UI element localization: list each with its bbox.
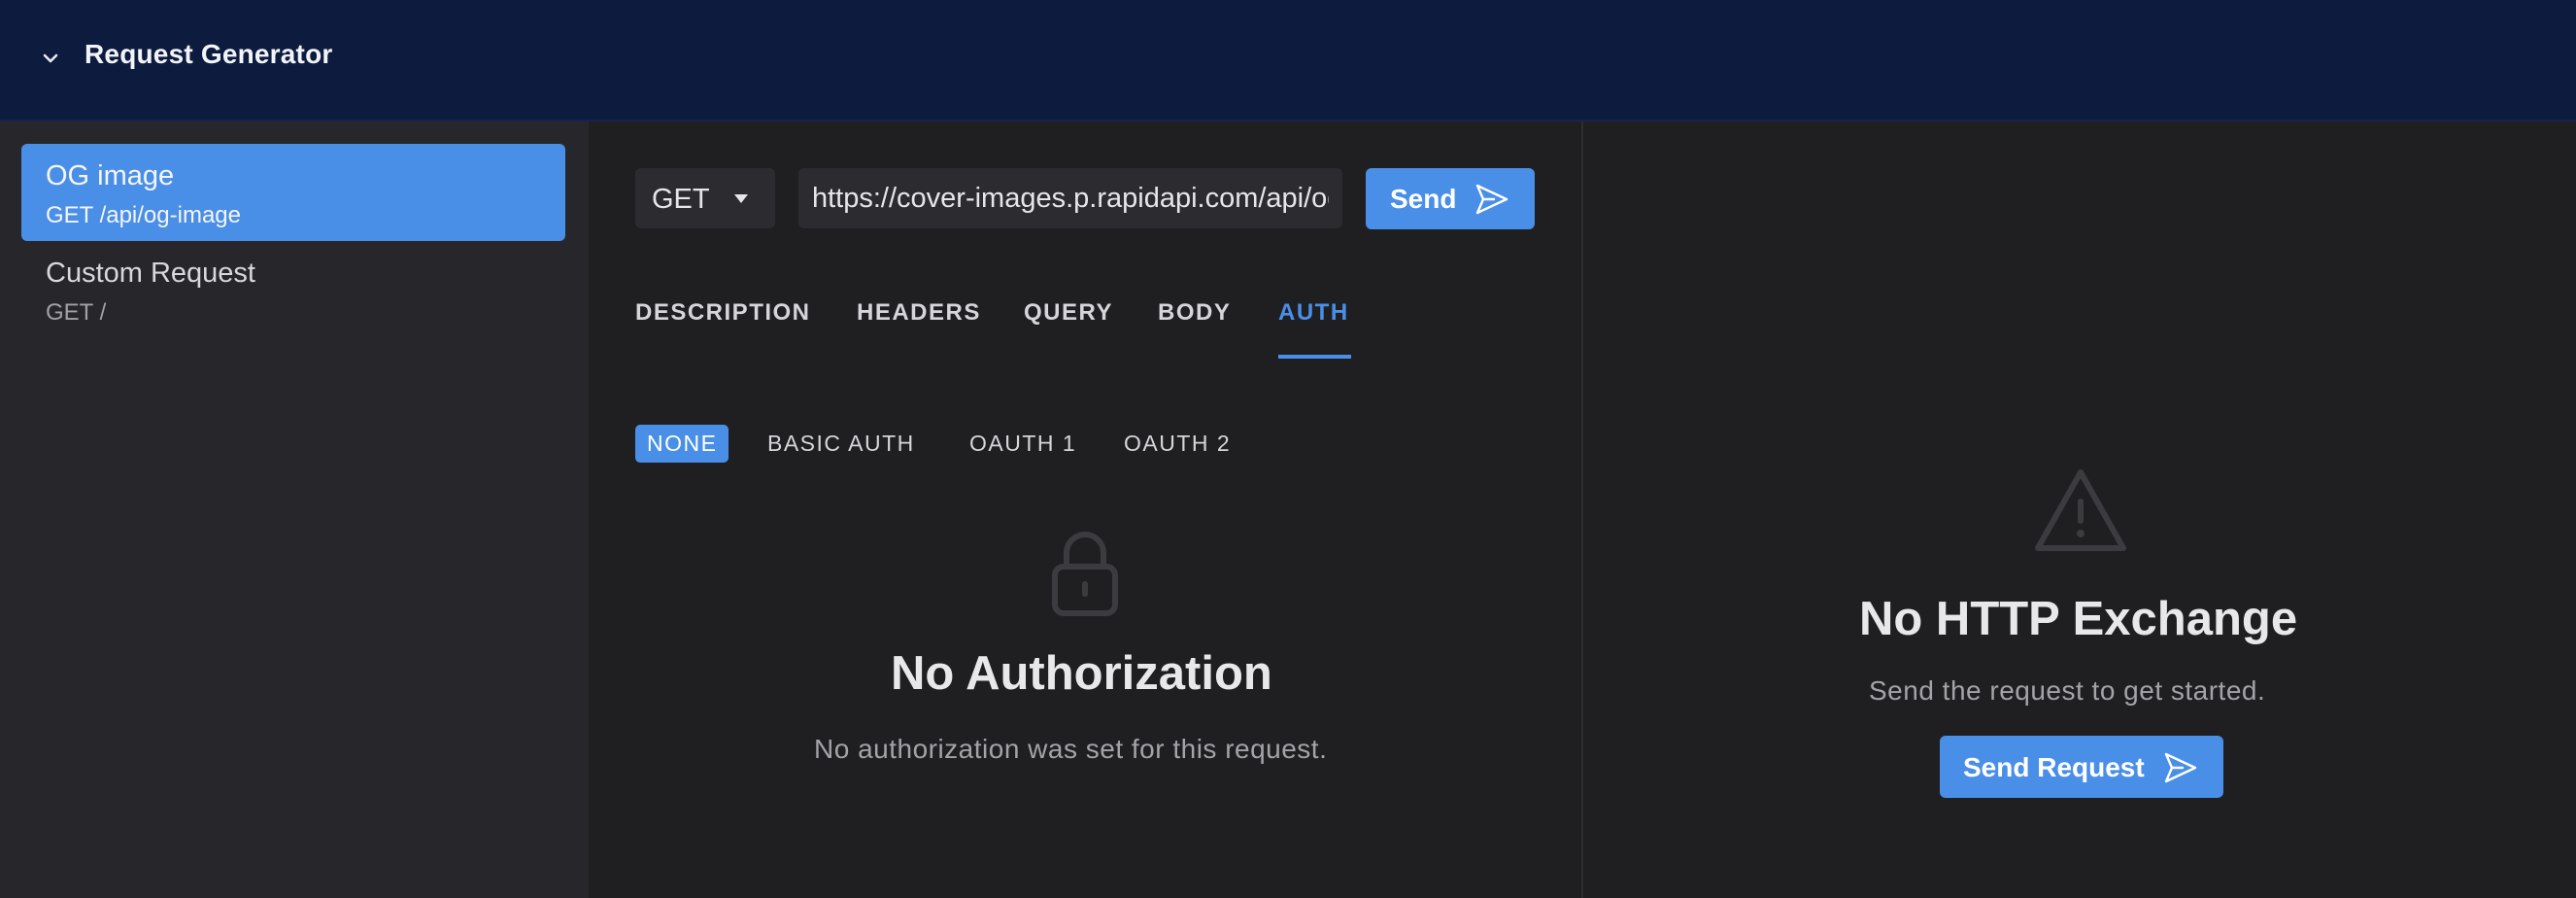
paper-plane-icon bbox=[1475, 184, 1508, 215]
active-tab-indicator bbox=[1278, 355, 1351, 359]
header-title: Request Generator bbox=[85, 39, 333, 69]
warning-triangle-icon bbox=[2035, 469, 2126, 551]
response-empty-title: No HTTP Exchange bbox=[1859, 593, 2298, 645]
response-panel: No HTTP Exchange Send the request to get… bbox=[1583, 121, 2576, 898]
sidebar-item-custom-request[interactable]: Custom Request GET / bbox=[21, 241, 565, 338]
method-value: GET bbox=[652, 184, 710, 215]
send-button-label: Send bbox=[1390, 184, 1457, 214]
send-button[interactable]: Send bbox=[1366, 168, 1535, 229]
app-header: Request Generator bbox=[0, 0, 2576, 121]
auth-empty-subtitle: No authorization was set for this reques… bbox=[814, 734, 1328, 764]
url-input[interactable] bbox=[798, 168, 1342, 228]
auth-option-none[interactable]: NONE bbox=[635, 425, 729, 463]
paper-plane-icon bbox=[2164, 752, 2197, 783]
auth-option-oauth1[interactable]: OAUTH 1 bbox=[969, 425, 1076, 463]
caret-down-icon bbox=[734, 194, 748, 203]
send-request-label: Send Request bbox=[1963, 752, 2145, 782]
sidebar-item-path: GET /api/og-image bbox=[46, 202, 241, 228]
auth-empty-title: No Authorization bbox=[891, 647, 1272, 700]
lock-icon bbox=[1052, 532, 1118, 616]
request-panel: GET Send DESCRIPTION HEADERS QUERY BODY … bbox=[589, 121, 1581, 898]
sidebar-item-name: OG image bbox=[46, 160, 175, 191]
sidebar: OG image GET /api/og-image Custom Reques… bbox=[0, 121, 589, 898]
sidebar-item-path: GET / bbox=[46, 299, 107, 326]
tab-description[interactable]: DESCRIPTION bbox=[635, 299, 811, 327]
chevron-down-icon[interactable] bbox=[35, 43, 66, 74]
tab-headers[interactable]: HEADERS bbox=[857, 299, 981, 327]
auth-option-basic[interactable]: BASIC AUTH bbox=[767, 425, 915, 463]
sidebar-item-name: Custom Request bbox=[46, 258, 255, 289]
tab-body[interactable]: BODY bbox=[1158, 299, 1231, 327]
sidebar-item-og-image[interactable]: OG image GET /api/og-image bbox=[21, 144, 565, 241]
response-empty-subtitle: Send the request to get started. bbox=[1869, 675, 2266, 706]
auth-option-oauth2[interactable]: OAUTH 2 bbox=[1124, 425, 1231, 463]
send-request-button[interactable]: Send Request bbox=[1940, 736, 2223, 798]
tab-auth[interactable]: AUTH bbox=[1278, 299, 1349, 327]
tab-query[interactable]: QUERY bbox=[1024, 299, 1113, 327]
method-select[interactable]: GET bbox=[635, 168, 775, 228]
